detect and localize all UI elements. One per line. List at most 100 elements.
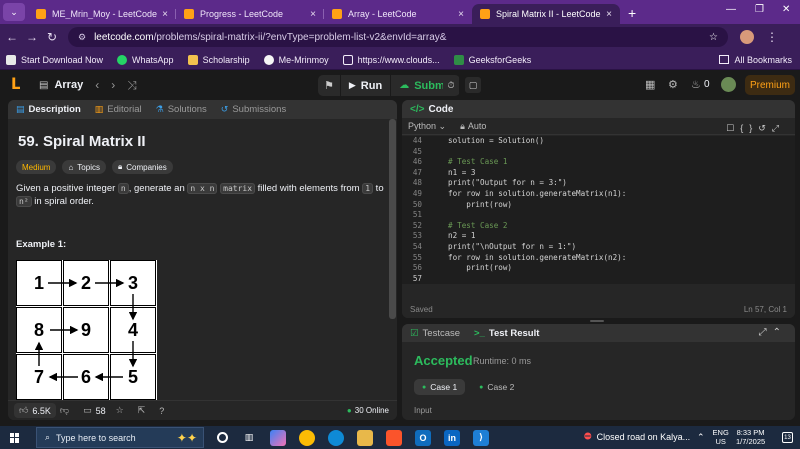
tab-solutions[interactable]: ⚗ Solutions bbox=[156, 104, 207, 115]
bookmark-star-icon[interactable]: ☆ bbox=[709, 32, 718, 43]
clock[interactable]: 8:33 PM 1/7/2025 bbox=[736, 428, 765, 446]
share-button[interactable]: ⇱ bbox=[138, 405, 150, 416]
problem-title: 59. Spiral Matrix II bbox=[18, 133, 146, 150]
comments-button[interactable]: ▭ 58 bbox=[83, 405, 106, 416]
problem-list-button[interactable]: ▤ Array bbox=[39, 79, 83, 91]
notes-icon[interactable]: ▢ bbox=[465, 77, 481, 93]
close-window-icon[interactable]: ✕ bbox=[782, 4, 790, 15]
leetcode-logo-icon[interactable]: ᒪ bbox=[11, 77, 25, 93]
timer-icon[interactable]: ⏱ bbox=[443, 77, 459, 93]
close-tab-icon[interactable]: × bbox=[162, 9, 168, 20]
description-panel: ▤ Description ▥ Editorial ⚗ Solutions ↺ Subm… bbox=[8, 100, 397, 420]
bookmark-item[interactable]: Scholarship bbox=[187, 54, 250, 65]
tab-testcase[interactable]: ☑ Testcase bbox=[410, 328, 460, 339]
tab-title: Spiral Matrix II - LeetCode bbox=[496, 9, 601, 19]
forward-icon[interactable]: → bbox=[22, 30, 42, 44]
edge-icon[interactable] bbox=[328, 429, 344, 446]
taskbar-search-input[interactable]: ⌕ Type here to search ✦✦ bbox=[36, 427, 204, 448]
bookmark-item[interactable]: https://www.clouds... bbox=[342, 54, 440, 65]
url-input[interactable]: ⚙ leetcode.com/problems/spiral-matrix-ii… bbox=[68, 27, 728, 47]
bookmark-label: Me-Mrinmoy bbox=[278, 54, 329, 65]
lock-icon: 🔒︎ bbox=[117, 162, 123, 171]
close-tab-icon[interactable]: × bbox=[606, 9, 612, 20]
settings-gear-icon[interactable]: ⚙ bbox=[668, 78, 678, 91]
tab-editorial[interactable]: ▥ Editorial bbox=[95, 104, 142, 115]
outlook-icon[interactable]: O bbox=[415, 429, 431, 446]
profile-avatar[interactable] bbox=[740, 30, 754, 44]
spiral-example-image: 1 2 3 8 9 4 7 6 5 bbox=[16, 260, 157, 400]
desc-text: in spiral order. bbox=[31, 196, 94, 207]
file-explorer-icon[interactable] bbox=[357, 429, 373, 446]
topics-chip[interactable]: ⌂ Topics bbox=[62, 160, 106, 174]
inline-code: 1 bbox=[362, 183, 374, 194]
code-text: for row in solution.generateMatrix(n1): bbox=[448, 188, 627, 198]
companies-chip[interactable]: 🔒︎ Companies bbox=[111, 160, 173, 174]
panel-resize-handle[interactable] bbox=[590, 320, 604, 322]
case-tab[interactable]: ● Case 1 bbox=[414, 379, 466, 395]
linkedin-icon[interactable]: in bbox=[444, 429, 460, 446]
user-avatar[interactable] bbox=[721, 77, 736, 92]
chrome-icon[interactable] bbox=[299, 429, 315, 446]
vscode-icon[interactable]: ⟩ bbox=[473, 429, 489, 446]
tab-test-result[interactable]: >_ Test Result bbox=[474, 328, 539, 339]
likes-count: 6.5K bbox=[32, 405, 51, 416]
bookmark-item[interactable]: WhatsApp bbox=[117, 54, 174, 65]
site-info-icon[interactable]: ⚙ bbox=[78, 32, 86, 43]
browser-tab[interactable]: Progress - LeetCode × bbox=[176, 4, 324, 24]
cortana-icon[interactable] bbox=[217, 432, 228, 443]
dislike-button[interactable]: 👎︎ bbox=[60, 405, 73, 416]
minimize-icon[interactable]: — bbox=[726, 4, 736, 15]
favorite-button[interactable]: ☆ bbox=[116, 405, 128, 416]
panel-actions[interactable]: ⤢⌃ bbox=[759, 327, 787, 338]
browser-tab[interactable]: ME_Mrin_Moy - LeetCode Profi × bbox=[28, 4, 176, 24]
notifications-icon[interactable]: 13 bbox=[782, 432, 793, 443]
folder-icon bbox=[719, 55, 730, 64]
tab-description[interactable]: ▤ Description bbox=[16, 104, 81, 115]
bookmark-item[interactable]: GeeksforGeeks bbox=[453, 54, 531, 65]
close-tab-icon[interactable]: × bbox=[310, 9, 316, 20]
case-tab[interactable]: ● Case 2 bbox=[471, 379, 522, 395]
menu-icon[interactable]: ⋮ bbox=[762, 30, 782, 44]
difficulty-badge: Medium bbox=[16, 160, 57, 174]
code-editor[interactable]: 44 solution = Solution() 45 46 # Test Case… bbox=[402, 136, 795, 284]
reload-icon[interactable]: ↻ bbox=[42, 30, 62, 44]
help-button[interactable]: ? bbox=[159, 406, 168, 416]
browser-tab-active[interactable]: Spiral Matrix II - LeetCode × bbox=[472, 4, 620, 24]
brave-icon[interactable] bbox=[386, 429, 402, 446]
back-icon[interactable]: ← bbox=[2, 30, 22, 44]
problem-tags: Medium ⌂ Topics 🔒︎ Companies bbox=[16, 160, 179, 174]
new-tab-icon[interactable]: + bbox=[628, 5, 636, 21]
line-number: 50 bbox=[412, 199, 422, 209]
run-button[interactable]: ▶ Run bbox=[341, 75, 392, 96]
streak-fire-icon[interactable]: ♨ bbox=[691, 78, 701, 91]
editor-actions[interactable]: ☐{}↺⤢ bbox=[726, 123, 785, 134]
bookmark-item[interactable]: Start Download Now bbox=[6, 54, 103, 65]
tab-submissions[interactable]: ↺ Submissions bbox=[221, 104, 286, 115]
weather-alert[interactable]: ⛔︎ Closed road on Kalya... bbox=[584, 431, 690, 442]
all-bookmarks[interactable]: All Bookmarks bbox=[719, 55, 792, 65]
premium-button[interactable]: Premium bbox=[745, 75, 795, 95]
description-scrollbar[interactable] bbox=[389, 119, 396, 319]
close-tab-icon[interactable]: × bbox=[458, 9, 464, 20]
save-status: Saved bbox=[410, 304, 433, 314]
language-select[interactable]: Python ⌄ bbox=[408, 121, 446, 132]
leetcode-favicon-icon bbox=[184, 9, 194, 19]
browser-tab[interactable]: Array - LeetCode × bbox=[324, 4, 472, 24]
like-button[interactable]: 👍︎ 6.5K bbox=[14, 403, 56, 418]
restore-icon[interactable]: ❐ bbox=[755, 4, 764, 15]
auto-mode[interactable]: 🔒︎ Auto bbox=[460, 121, 486, 132]
debugger-icon[interactable]: ⚑ bbox=[318, 75, 341, 96]
pass-dot-icon: ● bbox=[422, 383, 427, 391]
system-tray[interactable]: ⌃ ENG US bbox=[697, 428, 729, 446]
tab-search-button[interactable]: ⌄ bbox=[3, 3, 25, 21]
layout-icon[interactable]: ▦ bbox=[645, 78, 655, 91]
next-problem-icon[interactable]: › bbox=[111, 78, 115, 92]
shuffle-icon[interactable]: ⤨ bbox=[127, 78, 137, 93]
prev-problem-icon[interactable]: ‹ bbox=[95, 78, 99, 92]
bookmark-item[interactable]: Me-Mrinmoy bbox=[263, 54, 329, 65]
windows-start-icon[interactable] bbox=[10, 432, 20, 443]
comment-icon: ▭ bbox=[83, 405, 92, 415]
line-number: 56 bbox=[412, 263, 422, 273]
task-view-icon[interactable]: ▥ bbox=[241, 430, 257, 446]
copilot-icon[interactable] bbox=[270, 429, 286, 446]
